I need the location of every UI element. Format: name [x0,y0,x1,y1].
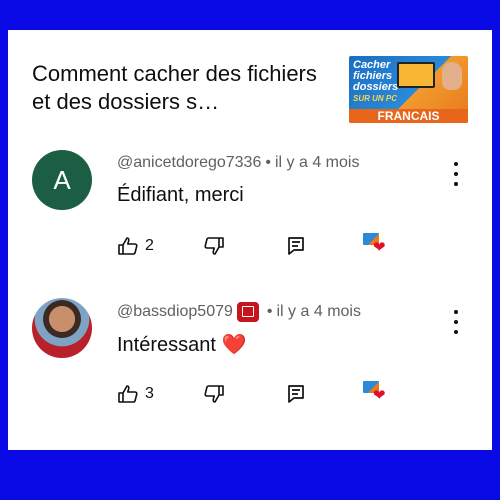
member-badge-icon [236,302,259,322]
meta-separator: • [265,154,271,171]
comment-time[interactable]: il y a 4 mois [277,303,361,321]
video-thumbnail[interactable]: Cacher fichiers dossiers SUR UN PC FRANC… [349,56,468,123]
creator-heart-badge: ❤ [363,381,391,407]
like-count: 2 [145,237,154,254]
comment-author[interactable]: @bassdiop5079 [117,303,233,321]
comment-text: Édifiant, merci [117,184,244,206]
video-title[interactable]: Comment cacher des fichiers et des dossi… [32,60,332,116]
avatar[interactable] [32,298,92,358]
comments-panel: Comment cacher des fichiers et des dossi… [8,30,492,450]
heart-icon: ❤ [373,387,386,404]
presenter-image [442,62,462,90]
reply-button[interactable] [287,384,305,404]
comment-actions: 3 ❤ [117,381,391,407]
reply-icon [288,385,304,403]
thumbnail-text: Cacher fichiers dossiers SUR UN PC [353,59,399,104]
like-button[interactable]: 2 [117,236,169,256]
comment-text: Intéressant ❤️ [117,334,247,356]
thumbs-down-icon [204,237,224,255]
dislike-button[interactable] [203,236,225,256]
reply-button[interactable] [287,236,305,256]
more-options-icon[interactable] [448,310,464,334]
heart-icon: ❤ [373,239,386,256]
meta-separator: • [266,303,273,320]
more-options-icon[interactable] [448,162,464,186]
thumbs-down-icon [204,385,224,403]
like-count: 3 [145,385,154,402]
thumbnail-language-banner: FRANCAIS [349,109,468,123]
reply-icon [288,237,304,255]
comment-author[interactable]: @anicetdorego7336 [117,154,261,172]
avatar[interactable]: A [32,150,92,210]
comment-meta: @anicetdorego7336 • il y a 4 mois [117,154,359,172]
thumbs-up-icon [118,385,138,403]
comment-meta: @bassdiop5079 • il y a 4 mois [117,302,361,322]
like-button[interactable]: 3 [117,384,169,404]
creator-heart-badge: ❤ [363,233,391,259]
thumbs-up-icon [118,237,138,255]
folder-icon [397,62,435,88]
comment-actions: 2 ❤ [117,233,391,259]
dislike-button[interactable] [203,384,225,404]
comment-time[interactable]: il y a 4 mois [275,154,359,172]
